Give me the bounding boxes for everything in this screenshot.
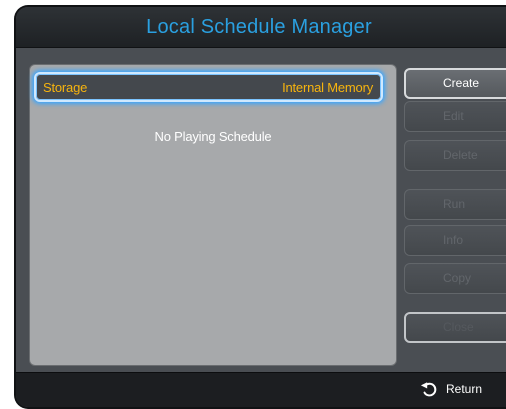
schedule-manager-window: Local Schedule Manager Storage Internal … [14,5,506,409]
delete-button[interactable]: Delete [404,140,506,171]
empty-schedule-message: No Playing Schedule [154,129,272,144]
storage-selector[interactable]: Storage Internal Memory [34,72,383,102]
return-label: Return [446,382,483,396]
storage-label: Storage [43,80,88,95]
run-button[interactable]: Run [404,189,506,220]
info-button[interactable]: Info [404,225,506,256]
window-title: Local Schedule Manager [146,16,372,38]
create-button[interactable]: Create [404,68,506,99]
close-button[interactable]: Close [404,312,506,343]
storage-value: Internal Memory [282,80,373,95]
return-control[interactable]: Return [420,380,482,398]
edit-button[interactable]: Edit [404,101,506,132]
copy-button[interactable]: Copy [404,263,506,294]
schedule-list-panel: Storage Internal Memory No Playing Sched… [29,64,397,366]
footer-bar: Return [16,372,506,407]
title-bar: Local Schedule Manager [16,7,506,48]
return-icon [420,382,437,397]
